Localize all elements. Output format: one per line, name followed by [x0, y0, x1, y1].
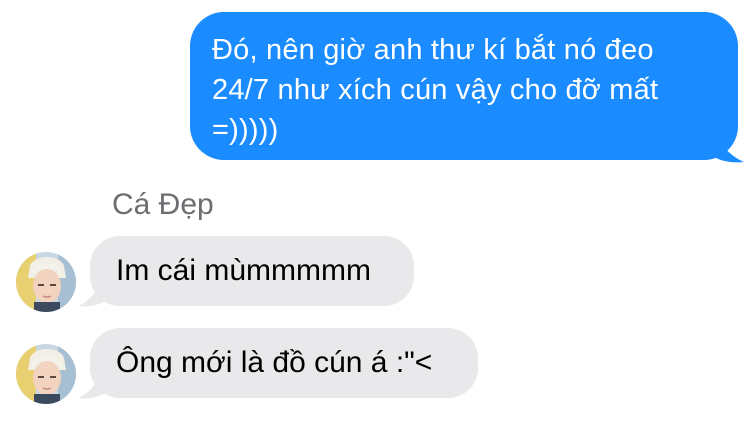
outgoing-message-bubble[interactable]: Đó, nên giờ anh thư kí bắt nó đeo 24/7 n…	[190, 12, 738, 160]
incoming-message-text: Ông mới là đồ cún á :"<	[116, 346, 433, 379]
outgoing-bubble-tail	[700, 118, 744, 163]
outgoing-message-line: =)))))	[212, 114, 279, 146]
outgoing-message-line: 24/7 như xích cún vậy cho đỡ mất	[212, 74, 659, 106]
incoming-message-text: Im cái mùmmmmm	[116, 254, 371, 287]
avatar-image	[16, 344, 76, 404]
sender-name: Cá Đẹp	[112, 188, 214, 221]
sender-avatar[interactable]	[16, 344, 76, 404]
incoming-message-bubble[interactable]: Im cái mùmmmmm	[90, 236, 414, 306]
outgoing-message-line: Đó, nên giờ anh thư kí bắt nó đeo	[212, 34, 654, 66]
avatar-image	[16, 252, 76, 312]
incoming-message-bubble[interactable]: Ông mới là đồ cún á :"<	[90, 328, 478, 398]
chat-screen: Đó, nên giờ anh thư kí bắt nó đeo 24/7 n…	[0, 0, 750, 422]
sender-avatar[interactable]	[16, 252, 76, 312]
